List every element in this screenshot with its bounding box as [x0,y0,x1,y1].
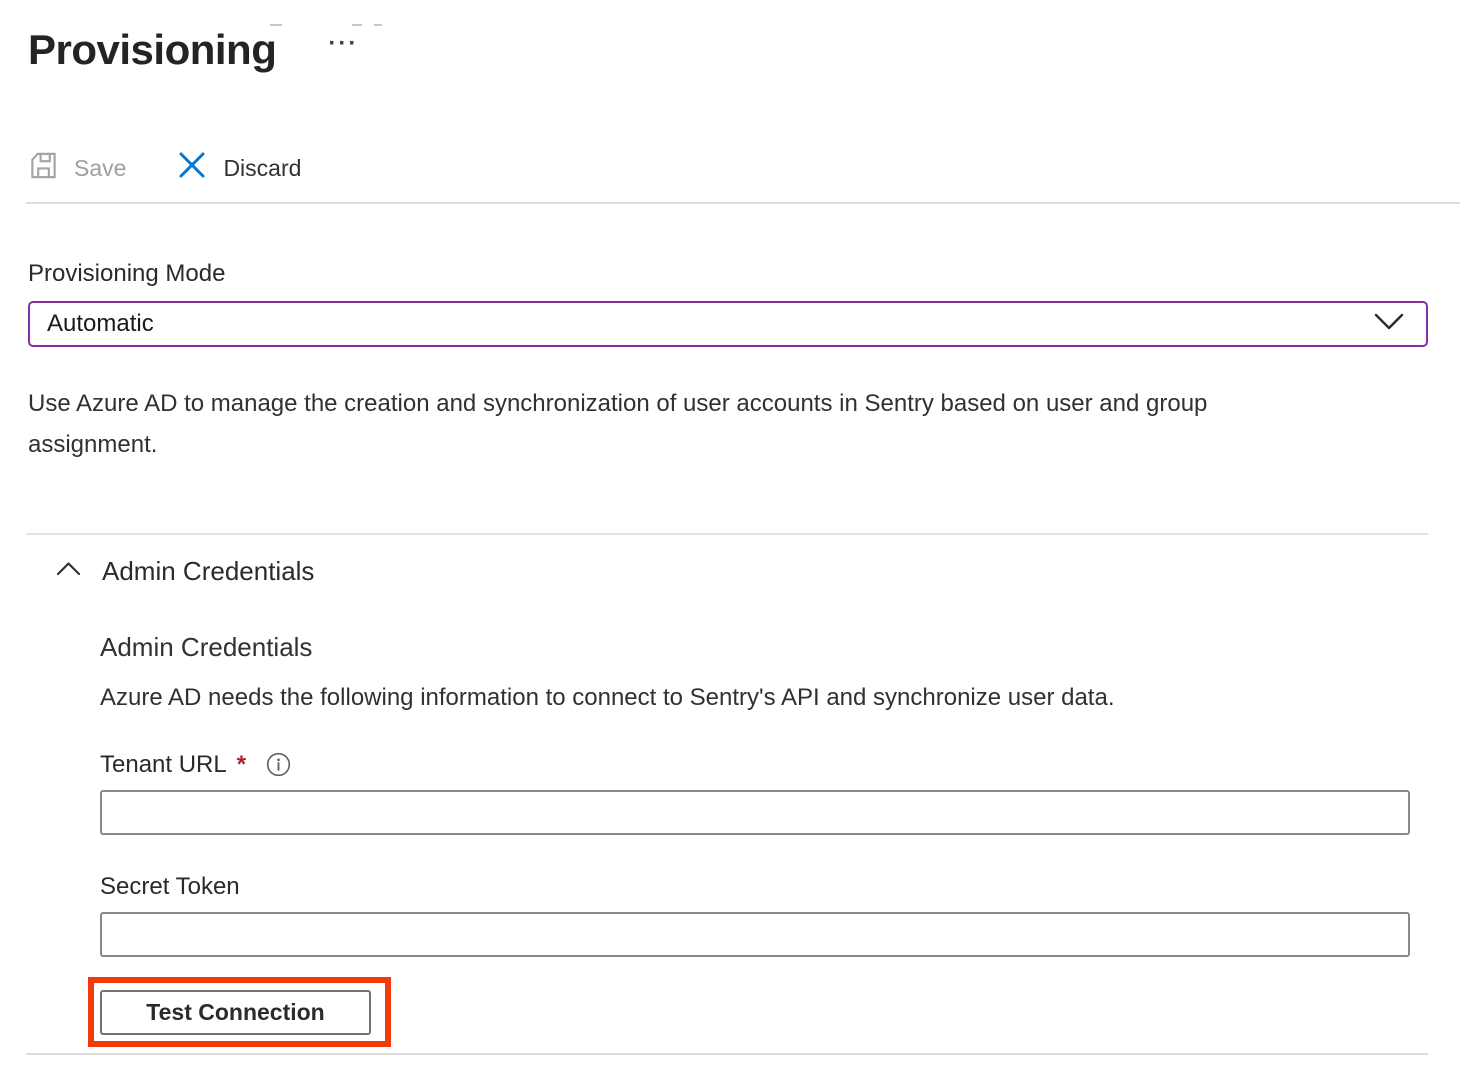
section-divider [26,533,1428,535]
clipped-text-remnant [270,24,282,26]
save-button[interactable]: Save [28,150,126,187]
admin-credentials-subsection-title: Admin Credentials [100,632,1484,663]
admin-credentials-description: Azure AD needs the following information… [100,684,1484,712]
required-asterisk: * [237,751,246,779]
admin-credentials-section-toggle[interactable]: Admin Credentials [55,556,314,587]
secret-token-input[interactable] [100,912,1410,957]
provisioning-mode-description: Use Azure AD to manage the creation and … [28,383,1338,465]
discard-button[interactable]: Discard [176,149,301,187]
save-icon [28,150,59,187]
close-icon [176,149,208,187]
provisioning-mode-label: Provisioning Mode [28,260,1484,288]
chevron-up-icon [55,558,82,585]
page-header: Provisioning ··· [28,24,1484,76]
tenant-url-label: Tenant URL [100,751,227,779]
tenant-url-input[interactable] [100,790,1410,835]
save-button-label: Save [74,155,126,182]
more-options-button[interactable]: ··· [328,34,358,54]
annotation-highlight-box: Test Connection [88,977,391,1047]
tenant-url-label-row: Tenant URL * [100,751,1484,779]
bottom-divider [26,1053,1428,1055]
command-bar: Save Discard [28,148,1484,188]
clipped-text-remnant [374,24,382,26]
toolbar-divider [26,202,1460,204]
secret-token-label: Secret Token [100,873,1484,901]
provisioning-mode-selected-value: Automatic [47,310,154,338]
test-connection-button[interactable]: Test Connection [100,990,371,1035]
provisioning-mode-dropdown[interactable]: Automatic [28,301,1428,347]
discard-button-label: Discard [223,155,301,182]
info-icon[interactable] [266,752,291,777]
chevron-down-icon [1374,313,1404,336]
admin-credentials-section-title: Admin Credentials [102,556,314,587]
clipped-text-remnant [352,24,362,26]
page-title: Provisioning [28,26,276,74]
